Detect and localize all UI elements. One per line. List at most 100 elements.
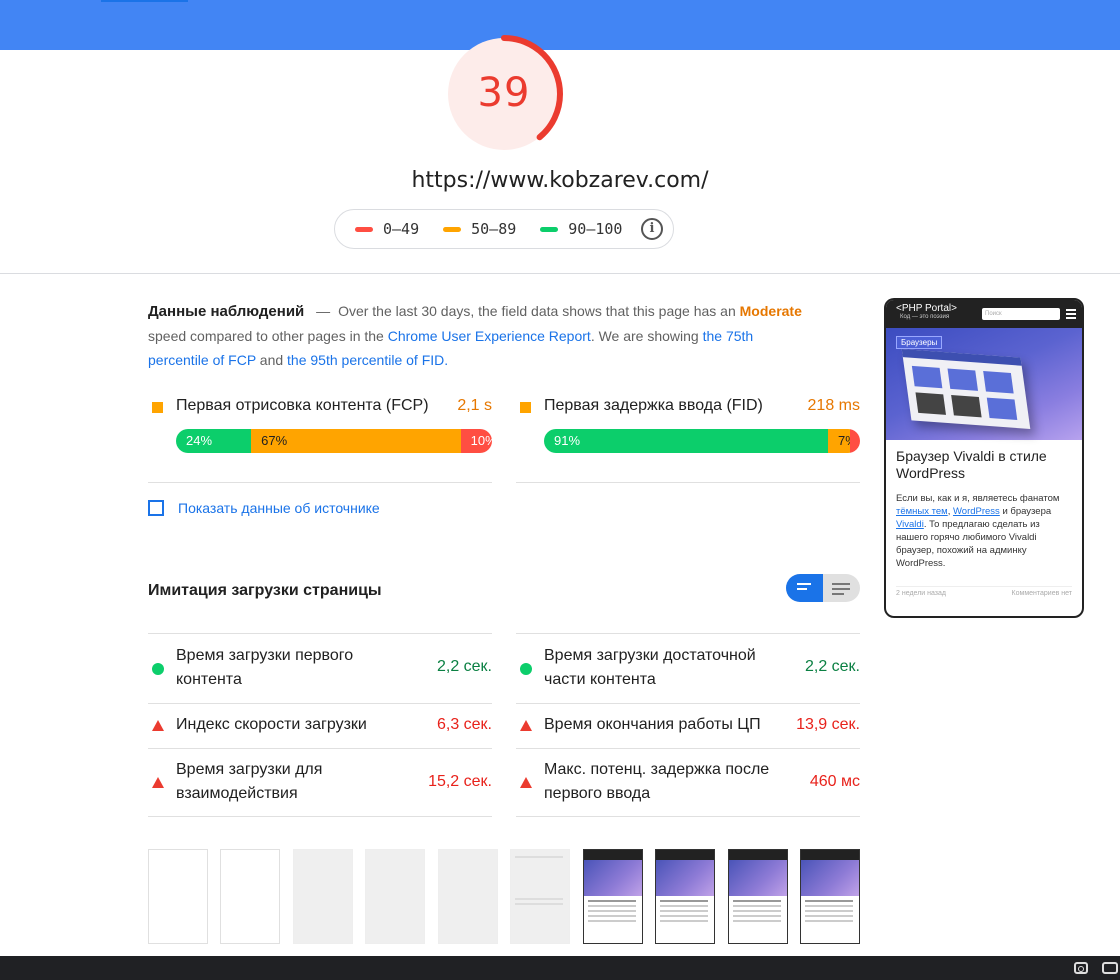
row-divider (516, 816, 860, 817)
field-metric-title: Первая отрисовка контента (FCP) (176, 397, 429, 414)
preview-date: 2 недели назад (896, 590, 946, 597)
distribution-bar: 91% 7% 2% (544, 429, 860, 453)
lab-metric-title: Время загрузки для взаимодействия (176, 761, 323, 802)
fail-triangle-icon (520, 777, 532, 788)
preview-link: тёмных тем (896, 506, 948, 517)
field-metric-fcp: Первая отрисовка контента (FCP) 2,1 s 24… (148, 393, 492, 483)
legend-label-poor: 0–49 (383, 220, 420, 238)
show-origin-label[interactable]: Показать данные об источнике (178, 500, 380, 516)
crux-report-link[interactable]: Chrome User Experience Report (388, 328, 591, 344)
filmstrip-frame-rendered (800, 849, 860, 944)
field-text-2: speed compared to other pages in the (148, 328, 384, 344)
lab-metric-value: 6,3 сек. (436, 716, 492, 733)
field-metric-value: 218 ms (807, 397, 860, 414)
field-data-title: Данные наблюдений (148, 303, 305, 320)
fid-percentile-link[interactable]: the 95th percentile of FID (287, 352, 444, 368)
lab-metric-title: Макс. потенц. задержка после первого вво… (544, 761, 770, 802)
lab-metric-row: Время загрузки первого контента 2,2 сек. (148, 633, 492, 703)
performance-score-gauge: 39 (444, 34, 564, 154)
lab-data-title: Имитация загрузки страницы (148, 582, 382, 599)
legend-item-average: 50–89 (443, 220, 516, 238)
compact-view-button[interactable] (786, 574, 823, 602)
lab-metric-value: 2,2 сек. (804, 658, 860, 675)
field-text-3: . We are showing (590, 328, 699, 344)
field-metric-fid: Первая задержка ввода (FID) 218 ms 91% 7… (516, 393, 860, 483)
distribution-good: 24% (176, 429, 252, 453)
average-square-icon (152, 402, 163, 413)
preview-site-tagline: Код — это поэзия (900, 314, 950, 320)
hamburger-menu-icon (1066, 309, 1076, 321)
preview-site-header: <PHP Portal> Код — это поэзия Поиск (886, 300, 1082, 328)
legend-item-poor: 0–49 (355, 220, 419, 238)
tested-url: https://www.kobzarev.com/ (411, 168, 709, 193)
view-toggle[interactable] (786, 574, 860, 602)
distribution-poor: 2% (850, 429, 860, 453)
lab-metric-row: Индекс скорости загрузки 6,3 сек. (148, 703, 492, 748)
field-metric-title: Первая задержка ввода (FID) (544, 397, 763, 414)
fail-triangle-icon (152, 720, 164, 731)
lab-metric-row: Время загрузки достаточной части контент… (516, 633, 860, 703)
preview-article-title: Браузер Vivaldi в стиле WordPress (896, 448, 1047, 481)
distribution-good: 91% (544, 429, 829, 453)
preview-text: , (947, 506, 951, 517)
preview-article-image: Браузеры (886, 328, 1082, 440)
preview-article-excerpt: Если вы, как и я, являетесь фанатом тёмн… (896, 492, 1072, 570)
browser-mockup-image (901, 349, 1031, 429)
active-tab-indicator (101, 0, 188, 2)
lab-metric-value: 2,2 сек. (436, 658, 492, 675)
bottom-toolbar (0, 956, 1120, 980)
row-divider (148, 816, 492, 817)
distribution-average: 7% (828, 429, 850, 453)
pass-circle-icon (152, 663, 164, 675)
pass-circle-icon (520, 663, 532, 675)
preview-link: Vivaldi (896, 519, 924, 530)
preview-category-tag: Браузеры (896, 336, 943, 349)
legend-item-good: 90–100 (540, 220, 622, 238)
fail-triangle-icon (520, 720, 532, 731)
field-data-description: Данные наблюдений — Over the last 30 day… (148, 299, 808, 372)
preview-search-input: Поиск (982, 308, 1060, 320)
field-metric-value: 2,1 s (457, 397, 492, 414)
legend-label-average: 50–89 (471, 220, 517, 238)
info-icon[interactable]: i (641, 218, 663, 240)
compact-list-icon (797, 583, 811, 593)
show-origin-toggle[interactable]: Показать данные об источнике (148, 500, 380, 516)
lab-metric-title: Время загрузки первого контента (176, 647, 354, 688)
final-screenshot-preview: <PHP Portal> Код — это поэзия Поиск Брау… (884, 298, 1084, 618)
legend-swatch-poor (355, 226, 373, 232)
filmstrip-frame-blank (220, 849, 280, 944)
lab-metric-value: 460 мс (809, 773, 860, 790)
preview-text: и браузера (1002, 506, 1052, 517)
preview-article-footer: 2 недели назад Комментариев нет (896, 586, 1072, 597)
filmstrip-frame-loading (293, 849, 353, 944)
preview-text: Если вы, как и я, являетесь фанатом (896, 493, 1060, 504)
filmstrip-frame-partial (510, 849, 570, 944)
distribution-poor: 10% (460, 429, 492, 453)
camera-icon[interactable] (1074, 962, 1088, 974)
performance-score: 39 (477, 70, 531, 116)
preview-link: WordPress (952, 506, 1000, 517)
lab-metric-row: Время окончания работы ЦП 13,9 сек. (516, 703, 860, 748)
filmstrip-frame-loading (438, 849, 498, 944)
legend-swatch-average (443, 226, 462, 232)
lab-metric-value: 13,9 сек. (796, 716, 860, 733)
field-dash: — (316, 303, 331, 319)
distribution-average: 67% (251, 429, 461, 453)
preview-site-logo: <PHP Portal> (896, 303, 957, 314)
lab-metric-row: Макс. потенц. задержка после первого вво… (516, 748, 860, 816)
field-text-1: Over the last 30 days, the field data sh… (338, 303, 736, 319)
window-icon[interactable] (1102, 962, 1118, 974)
average-square-icon (520, 402, 531, 413)
legend-swatch-good (540, 226, 559, 232)
lab-metric-title: Время окончания работы ЦП (544, 716, 761, 733)
fail-triangle-icon (152, 777, 164, 788)
show-origin-checkbox[interactable] (148, 500, 164, 516)
section-divider (0, 273, 1120, 274)
distribution-bar: 24% 67% 10% (176, 429, 492, 453)
filmstrip-frame-rendered (655, 849, 715, 944)
expanded-list-icon[interactable] (832, 583, 850, 598)
moderate-label: Moderate (739, 303, 802, 319)
legend-label-good: 90–100 (568, 220, 623, 238)
field-and: and (259, 352, 284, 368)
lab-metric-row: Время загрузки для взаимодействия 15,2 с… (148, 748, 492, 816)
